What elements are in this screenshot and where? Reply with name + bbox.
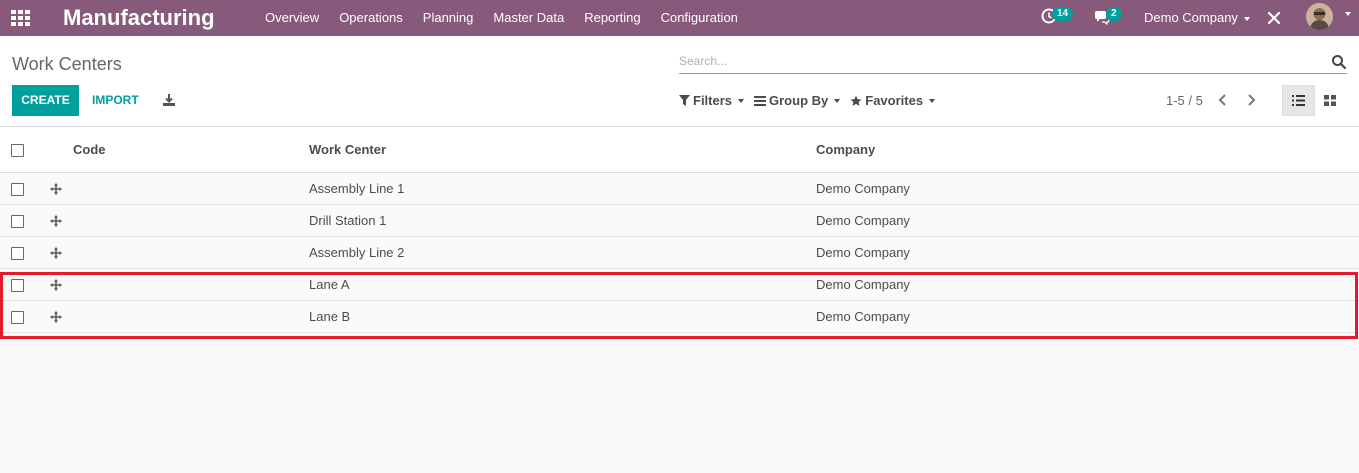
control-panel: Work Centers CREATE IMPORT Filters Group…: [0, 36, 1359, 127]
row-checkbox[interactable]: [11, 214, 24, 228]
column-header-work-center[interactable]: Work Center: [309, 127, 816, 173]
select-all-checkbox[interactable]: [11, 143, 24, 157]
row-select-cell: [0, 172, 50, 205]
list-view: Code Work Center Company Assembly Line 1…: [0, 127, 1359, 473]
row-select-cell: [0, 300, 50, 333]
pager-previous-icon[interactable]: [1216, 93, 1230, 107]
table-row[interactable]: Assembly Line 1 Demo Company: [0, 172, 1359, 205]
import-button[interactable]: IMPORT: [92, 85, 139, 116]
search-options: Filters Group By Favorites: [679, 85, 945, 116]
menu-operations[interactable]: Operations: [329, 0, 413, 36]
handle-header: [50, 127, 73, 173]
user-avatar-image: [1306, 3, 1333, 30]
cell-code: [73, 300, 309, 333]
row-checkbox[interactable]: [11, 182, 24, 196]
kanban-view-button[interactable]: [1316, 85, 1344, 116]
pager-next-icon[interactable]: [1244, 93, 1258, 107]
row-checkbox[interactable]: [11, 246, 24, 260]
column-header-code[interactable]: Code: [73, 127, 309, 173]
group-by-button[interactable]: Group By: [754, 93, 841, 108]
drag-handle-icon[interactable]: [50, 311, 62, 324]
row-handle-cell: [50, 300, 73, 333]
table-row[interactable]: Lane B Demo Company: [0, 300, 1359, 333]
download-icon[interactable]: [162, 93, 176, 107]
cell-company: Demo Company: [816, 268, 1359, 301]
row-handle-cell: [50, 172, 73, 205]
menu-planning[interactable]: Planning: [413, 0, 484, 36]
cell-code: [73, 236, 309, 269]
messages-count-badge: 2: [1106, 7, 1122, 21]
chevron-down-icon: [1243, 16, 1250, 21]
chevron-down-icon: [834, 98, 841, 103]
filters-label: Filters: [693, 93, 733, 108]
top-navbar: Manufacturing Overview Operations Planni…: [0, 0, 1359, 36]
list-icon: [1292, 95, 1305, 106]
row-handle-cell: [50, 268, 73, 301]
star-icon: [850, 95, 862, 106]
column-header-company[interactable]: Company: [816, 127, 1359, 173]
group-by-label: Group By: [769, 93, 829, 108]
menu-reporting[interactable]: Reporting: [574, 0, 650, 36]
chevron-down-icon: [738, 98, 745, 103]
cell-code: [73, 172, 309, 205]
drag-handle-icon[interactable]: [50, 247, 62, 260]
work-centers-table: Code Work Center Company Assembly Line 1…: [0, 127, 1359, 333]
table-row[interactable]: Drill Station 1 Demo Company: [0, 204, 1359, 237]
filter-icon: [679, 95, 690, 106]
cell-code: [73, 268, 309, 301]
filters-button[interactable]: Filters: [679, 93, 745, 108]
menu-configuration[interactable]: Configuration: [651, 0, 748, 36]
favorites-label: Favorites: [865, 93, 924, 108]
cell-company: Demo Company: [816, 204, 1359, 237]
pager-value[interactable]: 1-5 / 5: [1166, 85, 1203, 116]
page-title: Work Centers: [12, 54, 122, 74]
select-all-cell: [0, 127, 50, 173]
row-checkbox[interactable]: [11, 310, 24, 324]
row-select-cell: [0, 204, 50, 237]
cell-work-center: Assembly Line 1: [309, 172, 816, 205]
create-button[interactable]: CREATE: [12, 85, 79, 116]
user-avatar[interactable]: [1306, 3, 1333, 30]
table-header-row: Code Work Center Company: [0, 127, 1359, 173]
user-menu-chevron-icon[interactable]: [1345, 12, 1351, 16]
search-input[interactable]: [679, 50, 1319, 72]
row-select-cell: [0, 236, 50, 269]
row-checkbox[interactable]: [11, 278, 24, 292]
cell-company: Demo Company: [816, 172, 1359, 205]
cell-code: [73, 204, 309, 237]
debug-tools-icon[interactable]: [1266, 10, 1282, 26]
drag-handle-icon[interactable]: [50, 279, 62, 292]
row-select-cell: [0, 268, 50, 301]
cell-work-center: Lane B: [309, 300, 816, 333]
main-menu: Overview Operations Planning Master Data…: [255, 0, 748, 36]
drag-handle-icon[interactable]: [50, 215, 62, 228]
search-bar: [679, 50, 1347, 74]
chevron-down-icon: [929, 98, 936, 103]
kanban-icon: [1324, 95, 1336, 106]
cell-company: Demo Company: [816, 300, 1359, 333]
drag-handle-icon[interactable]: [50, 183, 62, 196]
table-row[interactable]: Lane A Demo Company: [0, 268, 1359, 301]
menu-master-data[interactable]: Master Data: [483, 0, 574, 36]
cell-company: Demo Company: [816, 236, 1359, 269]
favorites-button[interactable]: Favorites: [850, 93, 936, 108]
table-row[interactable]: Assembly Line 2 Demo Company: [0, 236, 1359, 269]
list-view-button[interactable]: [1282, 85, 1315, 116]
app-brand[interactable]: Manufacturing: [63, 5, 215, 31]
row-handle-cell: [50, 204, 73, 237]
cell-work-center: Lane A: [309, 268, 816, 301]
cell-work-center: Assembly Line 2: [309, 236, 816, 269]
menu-overview[interactable]: Overview: [255, 0, 329, 36]
company-switcher[interactable]: Demo Company: [1144, 0, 1250, 36]
search-icon[interactable]: [1331, 54, 1347, 70]
activity-count-badge: 14: [1052, 7, 1074, 21]
apps-menu-icon[interactable]: [11, 10, 31, 26]
row-handle-cell: [50, 236, 73, 269]
company-switcher-label: Demo Company: [1144, 10, 1238, 25]
cell-work-center: Drill Station 1: [309, 204, 816, 237]
bars-icon: [754, 95, 767, 106]
